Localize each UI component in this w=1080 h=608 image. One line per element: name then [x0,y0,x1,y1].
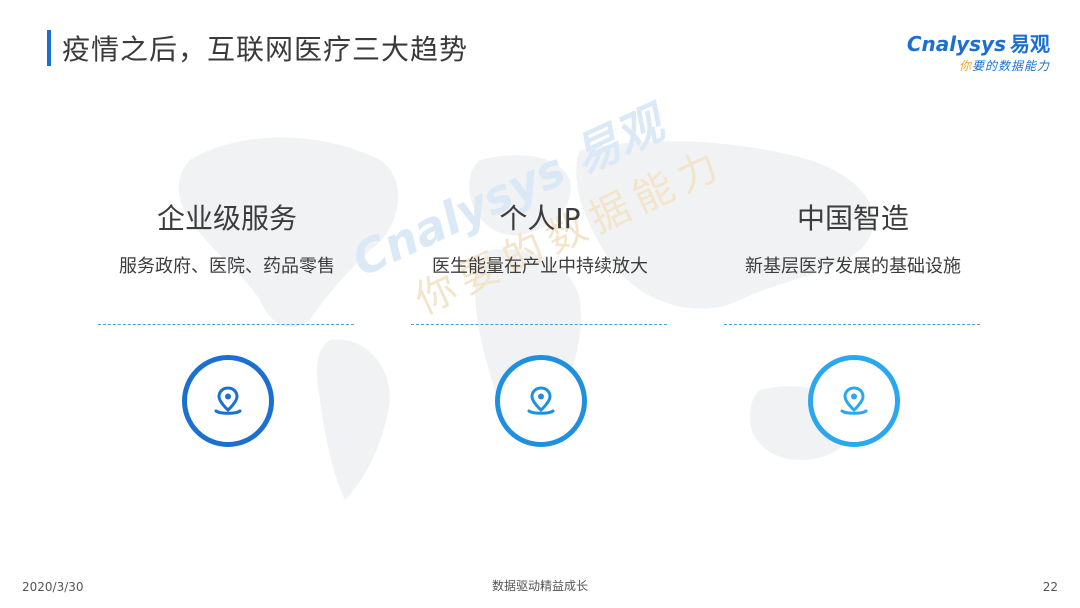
logo-wordmark: Cnalysys 易观 [907,28,1050,57]
brand-logo: Cnalysys 易观 你要的数据能力 [907,28,1050,74]
logo-tagline-first: 你 [958,59,972,73]
logo-brand-en: Cnalysys [906,32,1006,56]
dashed-divider [98,324,354,325]
logo-brand-cn: 易观 [1010,32,1050,56]
location-pin-icon [214,386,242,415]
dashed-divider [411,324,667,325]
trend-column-1: 企业级服务 服务政府、医院、药品零售 [92,200,362,447]
dashed-divider [724,324,980,325]
page-number: 22 [1042,580,1058,594]
trend-column-3: 中国智造 新基层医疗发展的基础设施 [718,200,988,447]
footer-slogan: 数据驱动精益成长 [491,579,588,593]
title-accent-bar [47,30,51,66]
trend-title: 个人IP [499,202,581,235]
world-map-background [178,137,874,500]
trend-icon-circle [182,355,274,447]
page-title: 疫情之后，互联网医疗三大趋势 [62,33,469,66]
location-pin-icon [527,386,555,415]
logo-tagline: 你要的数据能力 [907,57,1050,74]
trend-description: 医生能量在产业中持续放大 [432,256,648,277]
trend-icon-circle [495,355,587,447]
trend-column-2: 个人IP 医生能量在产业中持续放大 [405,200,675,447]
trend-icon-circle [808,355,900,447]
trend-title: 中国智造 [796,202,909,235]
trend-description: 服务政府、医院、药品零售 [119,256,335,277]
location-pin-icon [840,386,868,415]
logo-tagline-rest: 要的数据能力 [971,59,1050,73]
trend-description: 新基层医疗发展的基础设施 [745,256,961,277]
trend-title: 企业级服务 [156,202,297,235]
